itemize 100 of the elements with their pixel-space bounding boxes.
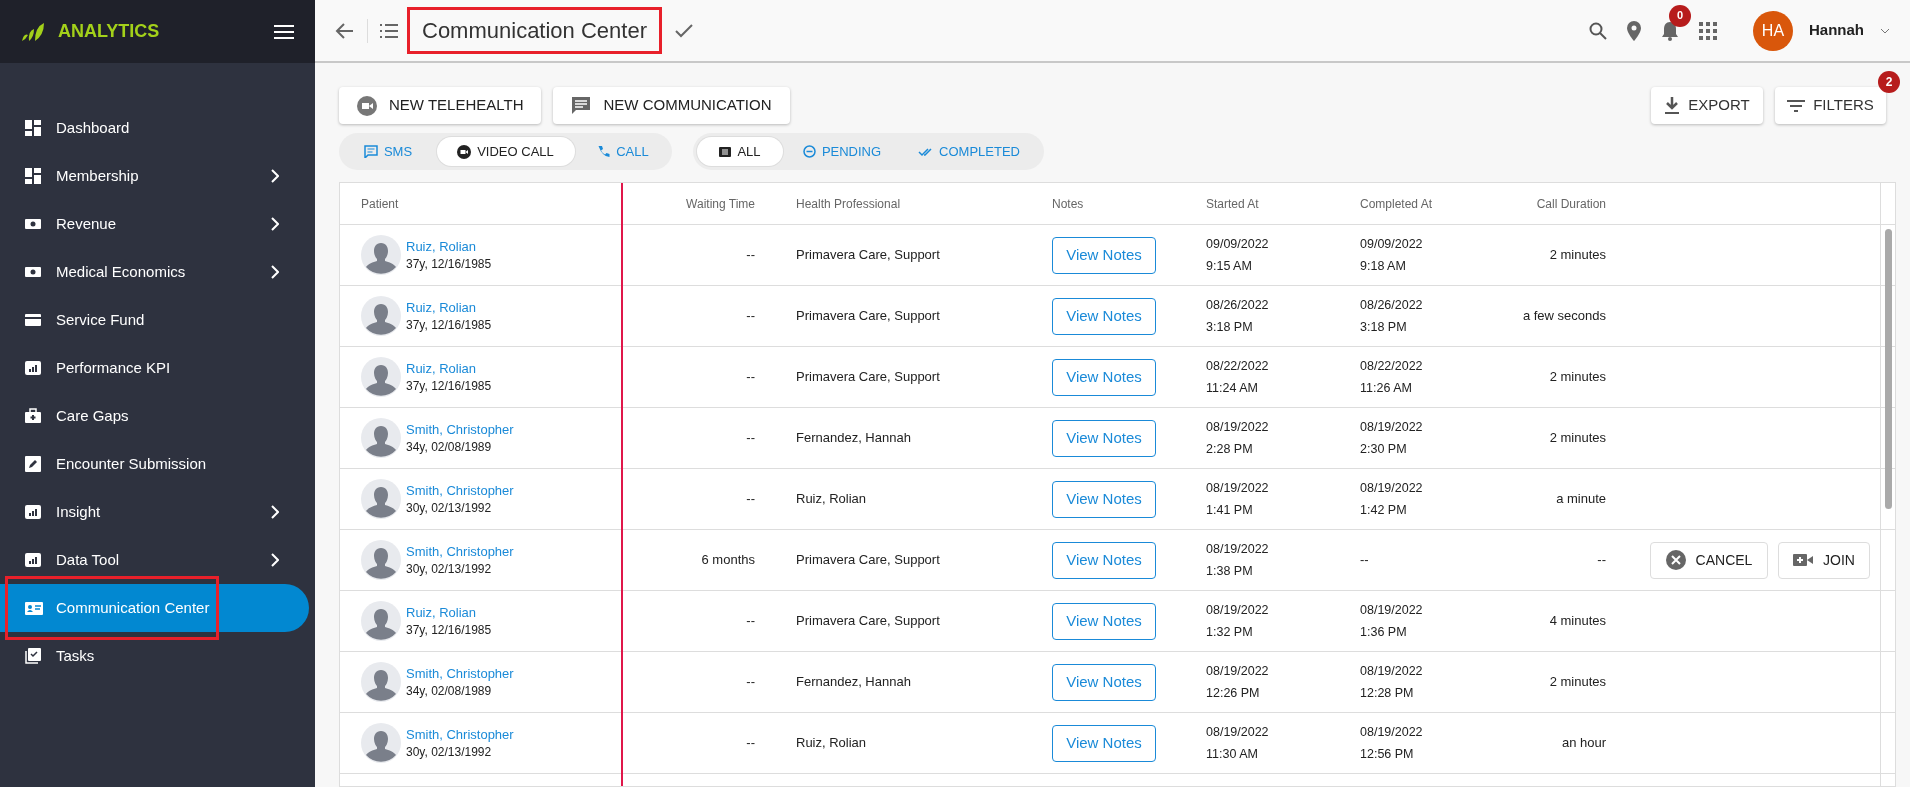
person-avatar-icon — [361, 601, 401, 641]
sidebar-item[interactable]: Data Tool — [0, 536, 309, 584]
back-arrow-icon[interactable] — [335, 21, 355, 40]
table-cell-text: Primavera Care, Support — [796, 246, 940, 265]
filter-tab[interactable]: CALL — [578, 137, 668, 166]
banknote-icon — [25, 264, 43, 280]
banknote-icon — [25, 216, 43, 232]
table-cell-text: 2:28 PM — [1206, 443, 1254, 456]
cancel-button[interactable]: CANCEL — [1650, 541, 1768, 579]
sidebar-item[interactable]: Revenue — [0, 200, 309, 248]
patient-info: 37y, 12/16/1985 — [406, 380, 492, 392]
patient-name-link[interactable]: Smith, Christopher — [406, 423, 514, 436]
sidebar-item[interactable]: Medical Economics — [0, 248, 309, 296]
person-avatar-icon — [361, 540, 401, 580]
apps-grid-icon[interactable] — [1699, 21, 1717, 40]
view-notes-button[interactable]: View Notes — [1052, 663, 1156, 701]
chevron-right-icon[interactable] — [271, 217, 279, 231]
table-cell-text: Fernandez, Hannah — [796, 429, 911, 448]
user-name[interactable]: Hannah — [1809, 19, 1864, 42]
table-cell-text: 2:30 PM — [1360, 443, 1408, 456]
filter-tab[interactable]: VIDEO CALL — [436, 137, 575, 166]
filters-button[interactable]: FILTERS — [1775, 87, 1886, 124]
table-cell-text: 11:26 AM — [1360, 382, 1413, 395]
sidebar-item[interactable]: Care Gaps — [0, 392, 309, 440]
person-avatar-icon — [361, 235, 401, 275]
patient-name-link[interactable]: Smith, Christopher — [406, 545, 514, 558]
user-avatar[interactable]: HA — [1753, 10, 1793, 51]
table-cell-text: 1:38 PM — [1206, 565, 1254, 578]
check-icon[interactable] — [675, 23, 693, 38]
sidebar-item[interactable]: Communication Center — [0, 584, 309, 632]
view-notes-button[interactable]: View Notes — [1052, 297, 1156, 335]
credit-card-icon — [25, 312, 43, 328]
table-cell-text: 2 minutes — [1549, 429, 1606, 448]
sidebar-item[interactable]: Insight — [0, 488, 309, 536]
sidebar-item[interactable]: Membership — [0, 152, 309, 200]
sidebar-item[interactable]: Tasks — [0, 632, 309, 680]
view-notes-button[interactable]: View Notes — [1052, 419, 1156, 457]
location-pin-icon[interactable] — [1627, 20, 1641, 41]
patient-name-link[interactable]: Ruiz, Rolian — [406, 362, 492, 375]
table-cell-text: 1:32 PM — [1206, 626, 1254, 639]
join-button[interactable]: JOIN — [1778, 541, 1870, 579]
filter-tab[interactable]: ALL — [697, 137, 783, 166]
chevron-right-icon[interactable] — [271, 553, 279, 567]
chevron-right-icon[interactable] — [271, 505, 279, 519]
view-notes-button[interactable]: View Notes — [1052, 602, 1156, 640]
bar-chart-icon — [25, 504, 43, 520]
patient-info: 34y, 02/08/1989 — [406, 685, 493, 697]
table-cell-text: 2 minutes — [1549, 673, 1606, 692]
table-cell-text: 3:18 PM — [1206, 321, 1254, 334]
menu-icon[interactable] — [273, 23, 295, 40]
view-notes-button[interactable]: View Notes — [1052, 541, 1156, 579]
scrollbar-thumb[interactable] — [1885, 229, 1892, 509]
new-telehealth-button[interactable]: NEW TELEHEALTH — [339, 87, 542, 124]
table-cell-text: Ruiz, Rolian — [796, 734, 867, 753]
leaf-logo-icon — [20, 20, 46, 43]
patient-name-link[interactable]: Ruiz, Rolian — [406, 606, 492, 619]
patient-name-link[interactable]: Smith, Christopher — [406, 728, 514, 741]
table-cell-text: -- — [1597, 551, 1606, 570]
table-cell-text: -- — [1360, 551, 1369, 570]
task-list-icon — [25, 648, 43, 664]
view-notes-button[interactable]: View Notes — [1052, 236, 1156, 274]
chevron-right-icon[interactable] — [271, 265, 279, 279]
table-cell-text: 12:56 PM — [1360, 748, 1415, 761]
dashboard-grid-icon — [25, 120, 43, 136]
view-notes-button[interactable]: View Notes — [1052, 480, 1156, 518]
patient-name-link[interactable]: Ruiz, Rolian — [406, 240, 492, 253]
table-cell: 08/22/2022 — [1206, 359, 1269, 372]
search-icon[interactable] — [1589, 21, 1607, 40]
filter-tab[interactable]: COMPLETED — [901, 137, 1037, 166]
sidebar-item[interactable]: Service Fund — [0, 296, 309, 344]
page-title: Communication Center — [410, 10, 659, 51]
table-cell: 08/19/2022 — [1206, 603, 1269, 616]
sidebar-item[interactable]: Performance KPI — [0, 344, 309, 392]
patient-name-link[interactable]: Smith, Christopher — [406, 667, 514, 680]
export-button[interactable]: EXPORT — [1651, 87, 1763, 124]
column-header: Notes — [1052, 195, 1084, 213]
table-cell-text: -- — [746, 612, 755, 631]
table-cell: 08/19/2022 — [1360, 481, 1423, 494]
dashboard-grid-icon — [25, 168, 43, 184]
table-cell: 09/09/2022 — [1206, 237, 1269, 250]
view-notes-button[interactable]: View Notes — [1052, 724, 1156, 762]
view-notes-button[interactable]: View Notes — [1052, 358, 1156, 396]
patient-name-link[interactable]: Smith, Christopher — [406, 484, 514, 497]
list-icon[interactable] — [380, 23, 398, 38]
person-avatar-icon — [361, 357, 401, 397]
bell-icon[interactable] — [1661, 20, 1679, 41]
contact-card-icon — [25, 600, 43, 616]
bar-chart-icon — [25, 552, 43, 568]
sidebar-item[interactable]: Dashboard — [0, 104, 309, 152]
patient-name-link[interactable]: Ruiz, Rolian — [406, 301, 492, 314]
minus-circle-icon — [802, 145, 816, 158]
new-communication-button[interactable]: NEW COMMUNICATION — [553, 87, 790, 124]
sidebar-item[interactable]: Encounter Submission — [0, 440, 309, 488]
chevron-right-icon[interactable] — [271, 169, 279, 183]
video-camera-icon — [357, 95, 377, 116]
table-cell: 08/19/2022 — [1206, 664, 1269, 677]
table-cell-text: -- — [746, 246, 755, 265]
caret-icon[interactable] — [1880, 27, 1890, 34]
filter-tab[interactable]: PENDING — [783, 137, 901, 166]
filter-tab[interactable]: SMS — [343, 137, 433, 166]
